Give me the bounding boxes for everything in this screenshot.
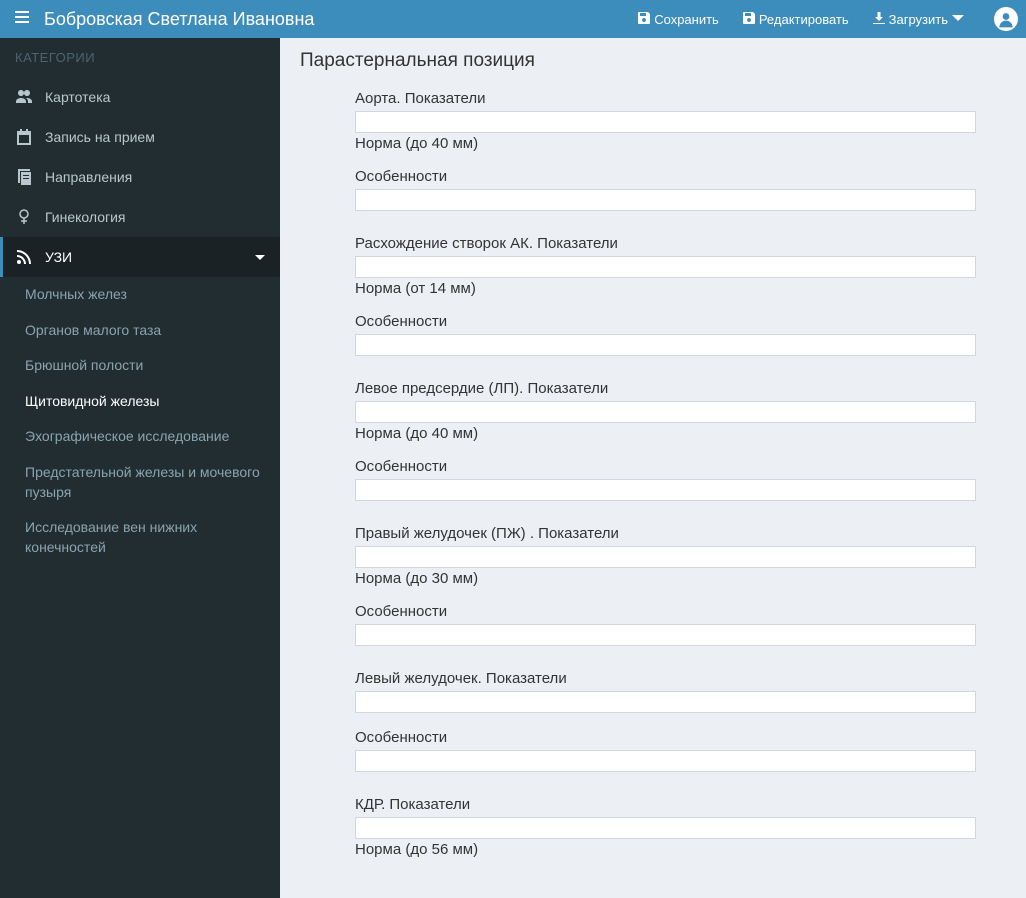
sidebar-item-label: УЗИ	[45, 249, 72, 265]
save-label: Сохранить	[654, 12, 719, 27]
content-area: Парастернальная позиция Аорта. Показател…	[280, 38, 1026, 898]
input-levyy-zhel[interactable]	[355, 691, 976, 713]
users-icon	[15, 89, 33, 105]
input-kdr[interactable]	[355, 817, 976, 839]
sub-item-label: Органов малого таза	[25, 322, 161, 338]
sub-item-molochnyh[interactable]: Молчных желез	[0, 277, 280, 313]
chevron-down-icon	[255, 249, 265, 265]
form-group-levyy-zhel: Левый желудочек. Показатели	[355, 670, 976, 713]
female-icon	[15, 209, 33, 225]
form-hint: Норма (до 40 мм)	[355, 425, 976, 442]
sidebar-item-label: Направления	[45, 169, 132, 185]
input-osobennosti-1[interactable]	[355, 189, 976, 211]
sidebar-item-uzi[interactable]: УЗИ	[0, 237, 280, 277]
input-osobennosti-3[interactable]	[355, 479, 976, 501]
input-osobennosti-4[interactable]	[355, 624, 976, 646]
form-group-rashozdenie: Расхождение створок АК. Показатели Норма…	[355, 235, 976, 297]
rss-icon	[15, 249, 33, 265]
sidebar-item-zapis[interactable]: Запись на прием	[0, 117, 280, 157]
sidebar-category-label: КАТЕГОРИИ	[0, 38, 280, 77]
form-label: Особенности	[355, 603, 976, 620]
form-label: Левый желудочек. Показатели	[355, 670, 976, 687]
download-label: Загрузить	[889, 12, 948, 27]
sub-item-label: Щитовидной железы	[25, 393, 159, 409]
save-button[interactable]: Сохранить	[626, 6, 731, 33]
form-group-osobennosti-1: Особенности	[355, 168, 976, 211]
sidebar-item-napravleniya[interactable]: Направления	[0, 157, 280, 197]
documents-icon	[15, 169, 33, 185]
sub-item-ven[interactable]: Исследование вен нижних конечностей	[0, 510, 280, 565]
form-label: Расхождение створок АК. Показатели	[355, 235, 976, 252]
input-pravyy-zhel[interactable]	[355, 546, 976, 568]
form-group-pravyy-zhel: Правый желудочек (ПЖ) . Показатели Норма…	[355, 525, 976, 587]
edit-label: Редактировать	[759, 12, 849, 27]
calendar-icon	[15, 129, 33, 145]
sub-item-label: Брюшной полости	[25, 357, 143, 373]
avatar[interactable]	[994, 7, 1018, 31]
form-hint: Норма (до 56 мм)	[355, 841, 976, 858]
input-rashozdenie[interactable]	[355, 256, 976, 278]
header-bar: Бобровская Светлана Ивановна Сохранить Р…	[0, 0, 1026, 38]
input-aorta[interactable]	[355, 111, 976, 133]
sub-item-label: Предстательной железы и мочевого пузыря	[25, 464, 260, 500]
edit-icon	[743, 12, 755, 27]
form-hint: Норма (от 14 мм)	[355, 280, 976, 297]
form-label: КДР. Показатели	[355, 796, 976, 813]
form-group-osobennosti-2: Особенности	[355, 313, 976, 356]
form-label: Правый желудочек (ПЖ) . Показатели	[355, 525, 976, 542]
input-levoe-pred[interactable]	[355, 401, 976, 423]
edit-button[interactable]: Редактировать	[731, 6, 861, 33]
form-label: Аорта. Показатели	[355, 90, 976, 107]
sidebar-item-ginekologiya[interactable]: Гинекология	[0, 197, 280, 237]
sub-item-label: Эхографическое исследование	[25, 428, 229, 444]
form-group-aorta: Аорта. Показатели Норма (до 40 мм)	[355, 90, 976, 152]
form-hint: Норма (до 40 мм)	[355, 135, 976, 152]
form-label: Особенности	[355, 313, 976, 330]
sub-item-label: Исследование вен нижних конечностей	[25, 519, 197, 555]
form-group-kdr: КДР. Показатели Норма (до 56 мм)	[355, 796, 976, 858]
sidebar-item-label: Запись на прием	[45, 129, 155, 145]
save-icon	[638, 12, 650, 27]
sub-item-bryushnoy[interactable]: Брюшной полости	[0, 348, 280, 384]
sidebar-item-label: Картотека	[45, 89, 110, 105]
caret-down-icon	[952, 12, 964, 27]
menu-toggle-button[interactable]	[8, 10, 36, 29]
header-actions: Сохранить Редактировать Загрузить	[626, 6, 1018, 33]
form-label: Левое предсердие (ЛП). Показатели	[355, 380, 976, 397]
sub-item-label: Молчных желез	[25, 286, 127, 302]
form-group-levoe-pred: Левое предсердие (ЛП). Показатели Норма …	[355, 380, 976, 442]
form-group-osobennosti-4: Особенности	[355, 603, 976, 646]
form-label: Особенности	[355, 168, 976, 185]
input-osobennosti-5[interactable]	[355, 750, 976, 772]
sidebar: КАТЕГОРИИ Картотека Запись на прием Напр…	[0, 38, 280, 898]
form-area: Аорта. Показатели Норма (до 40 мм) Особе…	[300, 90, 1006, 858]
form-hint: Норма (до 30 мм)	[355, 570, 976, 587]
sub-item-predstatelnoy[interactable]: Предстательной железы и мочевого пузыря	[0, 455, 280, 510]
input-osobennosti-2[interactable]	[355, 334, 976, 356]
sub-item-ehograf[interactable]: Эхографическое исследование	[0, 419, 280, 455]
sub-item-shchitovidnoy[interactable]: Щитовидной железы	[0, 384, 280, 420]
page-title: Парастернальная позиция	[300, 50, 1006, 72]
sidebar-item-kartoteka[interactable]: Картотека	[0, 77, 280, 117]
download-button[interactable]: Загрузить	[861, 6, 976, 33]
header-title: Бобровская Светлана Ивановна	[44, 9, 626, 30]
form-label: Особенности	[355, 729, 976, 746]
download-icon	[873, 12, 885, 27]
form-group-osobennosti-5: Особенности	[355, 729, 976, 772]
form-label: Особенности	[355, 458, 976, 475]
form-group-osobennosti-3: Особенности	[355, 458, 976, 501]
sub-item-taz[interactable]: Органов малого таза	[0, 313, 280, 349]
hamburger-icon	[15, 10, 29, 29]
sidebar-item-label: Гинекология	[45, 209, 126, 225]
